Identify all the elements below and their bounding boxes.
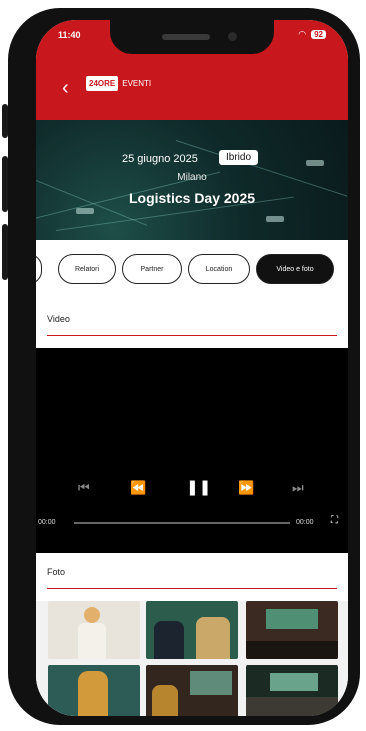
truck-decor: [306, 160, 324, 166]
section-divider: [47, 588, 337, 589]
app-header: ‹ 24ORE EVENTI: [36, 60, 348, 120]
video-player[interactable]: ⏮ ⏪ ❚❚ ⏩ ⏭ 00:00 00:00 ⛶: [36, 348, 348, 553]
status-indicators: ◠ 92: [298, 29, 326, 40]
gallery-photo[interactable]: [146, 601, 238, 659]
photo-section-header: Foto: [36, 553, 348, 601]
rewind-icon[interactable]: ⏪: [130, 480, 146, 496]
fast-forward-icon[interactable]: ⏩: [238, 480, 254, 496]
wifi-icon: ◠: [298, 29, 307, 39]
app-logo: 24ORE EVENTI: [86, 76, 151, 91]
speaker: [162, 34, 210, 40]
logo-subtitle: EVENTI: [122, 78, 152, 88]
truck-decor: [76, 208, 94, 214]
skip-previous-icon[interactable]: ⏮: [78, 480, 90, 496]
logo-mark: 24ORE: [86, 76, 119, 91]
event-banner: 25 giugno 2025 Ibrido Milano Logistics D…: [36, 120, 348, 240]
event-date: 25 giugno 2025: [122, 153, 198, 165]
photo-gallery: [36, 601, 348, 716]
banner-decor-line: [175, 140, 348, 197]
volume-down-button: [2, 224, 8, 280]
gallery-photo[interactable]: [246, 601, 338, 659]
gallery-photo[interactable]: [48, 665, 140, 716]
event-title: Logistics Day 2025: [128, 190, 256, 206]
video-total-time: 00:00: [296, 519, 314, 526]
chevron-left-icon: ‹: [62, 77, 69, 99]
video-current-time: 00:00: [38, 519, 56, 526]
gallery-photo[interactable]: [146, 665, 238, 716]
tab-previous[interactable]: [36, 254, 42, 284]
side-button: [2, 104, 8, 138]
event-city: Milano: [177, 172, 207, 183]
photo-section-title: Foto: [47, 567, 66, 577]
gallery-photo[interactable]: [48, 601, 140, 659]
fullscreen-icon[interactable]: ⛶: [331, 515, 338, 526]
video-section-title: Video: [47, 314, 70, 324]
volume-up-button: [2, 156, 8, 212]
photo-detail: [190, 671, 232, 695]
photo-detail: [152, 685, 178, 716]
photo-detail: [266, 609, 318, 629]
gallery-photo[interactable]: [246, 665, 338, 716]
tab-partner[interactable]: Partner: [122, 254, 182, 284]
event-format-badge: Ibrido: [219, 150, 259, 165]
photo-detail: [270, 673, 318, 691]
tab-relatori[interactable]: Relatori: [58, 254, 116, 284]
notch: [110, 20, 274, 54]
photo-detail: [246, 641, 338, 659]
video-progress-bar[interactable]: [74, 522, 290, 524]
photo-detail: [154, 621, 184, 659]
video-section-header: Video: [36, 300, 348, 348]
truck-decor: [266, 216, 284, 222]
status-time: 11:40: [58, 30, 81, 40]
section-divider: [47, 335, 337, 336]
tab-location[interactable]: Location: [188, 254, 250, 284]
photo-detail: [246, 697, 338, 716]
battery-icon: 92: [311, 30, 326, 39]
camera: [228, 32, 237, 41]
photo-detail: [84, 607, 100, 623]
back-button[interactable]: ‹: [62, 78, 69, 98]
pause-icon[interactable]: ❚❚: [186, 478, 211, 496]
photo-detail: [78, 623, 106, 659]
photo-detail: [78, 671, 108, 716]
tab-video-e-foto[interactable]: Video e foto: [256, 254, 334, 284]
app-screen: 11:40 ◠ 92 ‹ 24ORE EVENTI 25 giugno 2025…: [36, 20, 348, 716]
photo-detail: [196, 617, 230, 659]
skip-next-icon[interactable]: ⏭: [292, 480, 304, 496]
section-tabs: Relatori Partner Location Video e foto: [36, 240, 348, 300]
